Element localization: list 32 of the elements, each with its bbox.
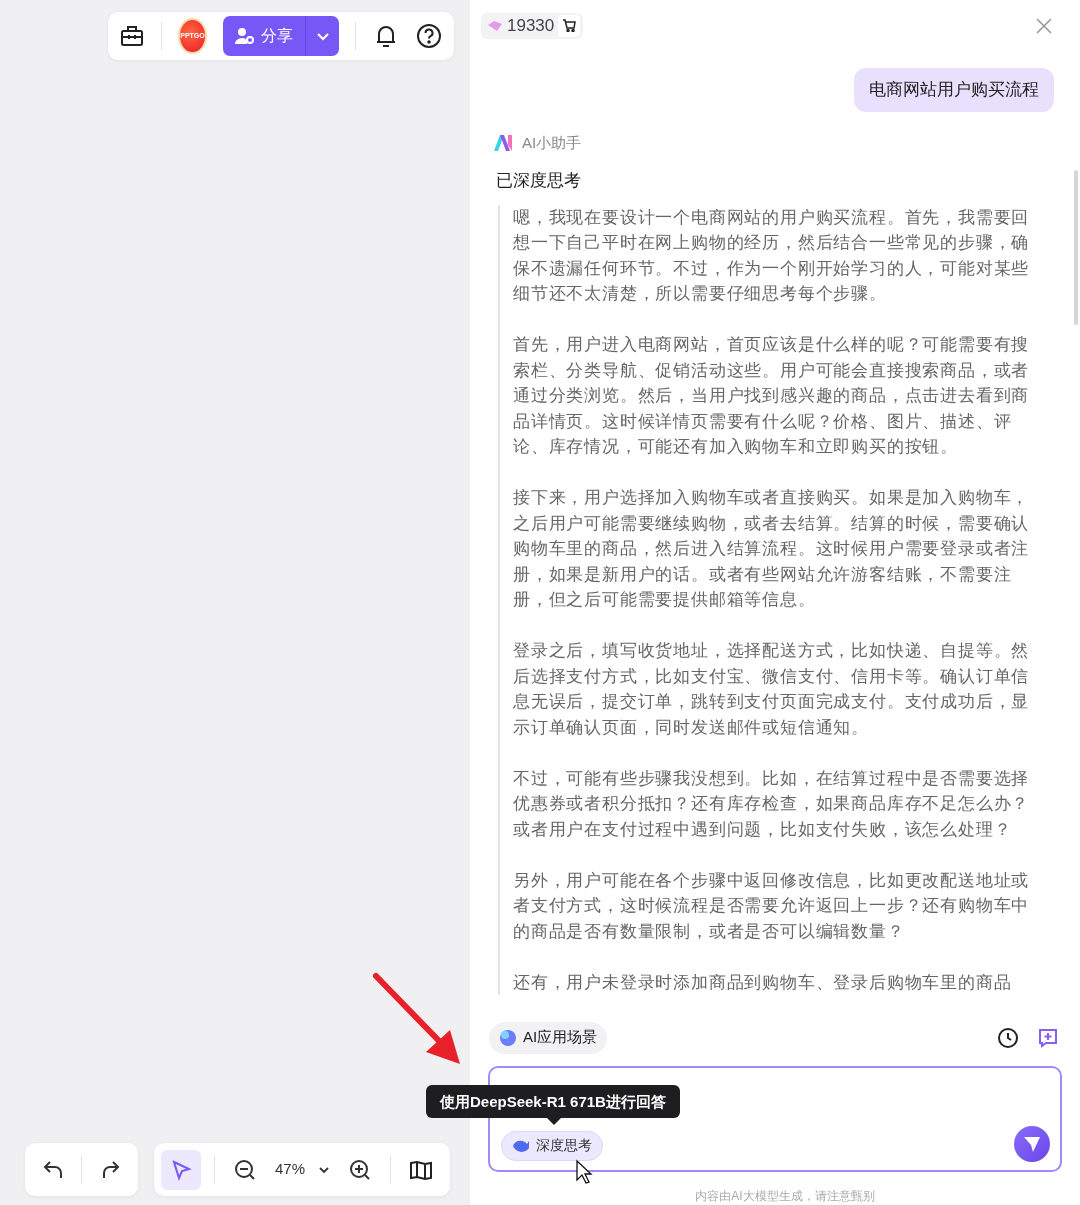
share-button[interactable]: 分享 [223,16,306,56]
thinking-paragraph: 还有，用户未登录时添加商品到购物车、登录后购物车里的商品 [513,971,1013,994]
tooltip-pointer [547,1117,561,1125]
cursor-icon [575,1158,593,1185]
user-share-icon [235,27,256,45]
thinking-label: 已深度思考 [495,169,581,192]
assistant-logo-icon [494,135,514,152]
cart-icon[interactable] [558,14,581,37]
thinking-paragraph: 首先，用户进入电商网站，首页应该是什么样的呢？可能需要有搜索栏、分类导航、促销活动这些。用户可能会直接搜索商品，或者通过分类浏览。然后，当用户找到感兴趣的商品，点击进去看到商品详情页。这时候详情页需要有什么呢？价格、图片、描述、评论、库存情况，可能还有加入购物车和立即购买的按钮。 [513,334,1031,458]
tooltip: 使用DeepSeek-R1 671B进行回答 [426,1084,680,1118]
caret-icon[interactable] [305,16,340,56]
credit-amount: 19330 [507,14,555,37]
zoom-level[interactable]: 47% [275,1158,306,1181]
thinking-paragraph: 登录之后，填写收货地址，选择配送方式，比如快递、自提等。然后选择支付方式，比如支付宝、微信支付、信用卡等。确认订单信息无误后，提交订单，跳转到支付页面完成支付。支付成功后，显示订单确认页面，同时发送邮件或短信通知。 [513,640,1031,739]
history-icon[interactable] [996,1025,1020,1050]
whale-icon [512,1138,530,1153]
thinking-paragraph: 嗯，我现在要设计一个电商网站的用户购买流程。首先，我需要回想一下自己平时在网上购物的经历，然后结合一些常见的步骤，确保不遗漏任何环节。不过，作为一个刚开始学习的人，可能对某些细节还不太清楚，所以需要仔细思考每个步骤。 [513,206,1031,305]
thinking-paragraph: 另外，用户可能在各个步骤中返回修改信息，比如更改配送地址或者支付方式，这时候流程是否需要允许返回上一步？还有购物车中的商品是否有数量限制，或者是否可以编辑数量？ [513,869,1031,943]
send-icon[interactable] [1014,1125,1050,1162]
message-bubble: 电商网站用户购买流程 [854,68,1054,112]
select-tool-icon[interactable] [161,1149,201,1190]
thinking-paragraph: 接下来，用户选择加入购物车或者直接购买。如果是加入购物车，之后用户可能需要继续购物，或者去结算。结算的时候，需要确认购物车里的商品，然后进入结算流程。这时候用户需要登录或者注册，如果是新用户的话。或者有些网站允许游客结账，不需要注册，但之后可能需要提供邮箱等信息。 [513,487,1031,611]
scenario-icon [499,1028,517,1047]
gem-icon [487,19,503,32]
deep-think-toggle[interactable]: 深度思考 [501,1130,603,1161]
close-icon[interactable] [1034,15,1054,36]
thinking-paragraph: 不过，可能有些步骤我没想到。比如，在结算过程中是否需要选择优惠券或者积分抵扣？还有库存检查，如果商品库存不足怎么办？或者用户在支付过程中遇到问题，比如支付失败，该怎么处理？ [513,767,1031,841]
disclaimer-text: 内容由AI大模型生成，请注意甄别 [695,1187,875,1205]
credit-badge[interactable]: 19330 [481,12,584,39]
assistant-name: AI小助手 [522,133,582,153]
caret-icon[interactable] [318,1165,331,1174]
scenario-chip[interactable]: AI应用场景 [489,1021,608,1054]
